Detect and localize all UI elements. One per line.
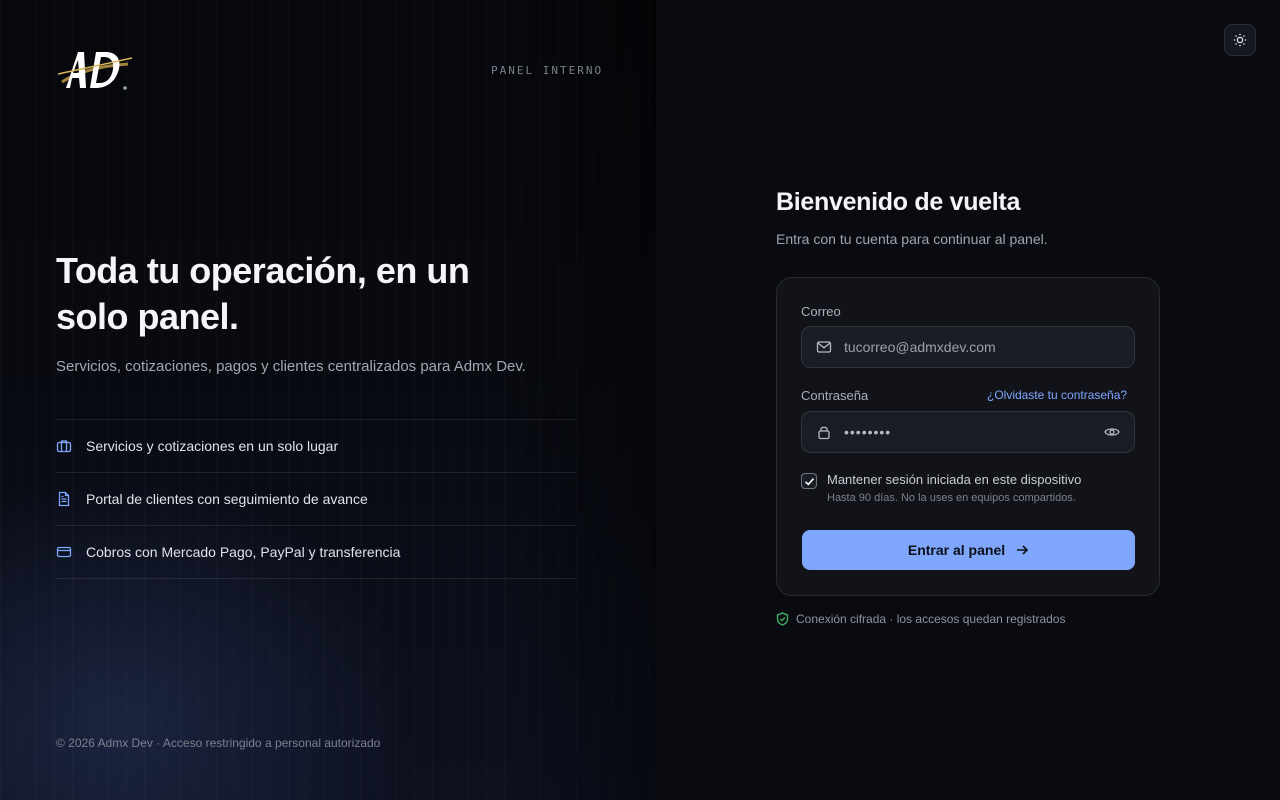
feature-label: Cobros con Mercado Pago, PayPal y transf… xyxy=(86,544,401,560)
feature-label: Portal de clientes con seguimiento de av… xyxy=(86,491,368,507)
feature-item: Portal de clientes con seguimiento de av… xyxy=(56,473,576,526)
hero-subline: Servicios, cotizaciones, pagos y cliente… xyxy=(56,358,526,375)
password-label: Contraseña xyxy=(801,388,869,403)
login-subtitle: Entra con tu cuenta para continuar al pa… xyxy=(776,231,1048,247)
remember-checkbox[interactable] xyxy=(801,473,817,489)
email-label: Correo xyxy=(801,304,841,319)
hero-headline: Toda tu operación, en un solo panel. xyxy=(56,250,470,337)
password-value: •••••••• xyxy=(844,424,892,440)
panel-tag: PANEL INTERNO xyxy=(491,64,604,77)
background-fade xyxy=(496,0,656,800)
check-icon xyxy=(804,476,815,487)
mail-icon xyxy=(816,339,832,355)
security-note-text: Conexión cifrada · los accesos quedan re… xyxy=(796,612,1066,626)
remember-hint: Hasta 90 días. No la uses en equipos com… xyxy=(827,492,1076,504)
credit-card-icon xyxy=(56,544,72,560)
security-note: Conexión cifrada · los accesos quedan re… xyxy=(776,612,1065,626)
login-title: Bienvenido de vuelta xyxy=(776,188,1021,216)
lock-icon xyxy=(816,424,832,440)
email-field[interactable]: tucorreo@admxdev.com xyxy=(801,326,1135,368)
forgot-password-link[interactable]: ¿Olvidaste tu contraseña? xyxy=(987,388,1127,402)
briefcase-icon xyxy=(56,438,72,454)
eye-icon[interactable] xyxy=(1104,424,1120,440)
feature-item: Servicios y cotizaciones en un solo luga… xyxy=(56,420,576,473)
hero-panel: PANEL INTERNO Toda tu operación, en un s… xyxy=(0,0,656,800)
remember-label[interactable]: Mantener sesión iniciada en este disposi… xyxy=(827,472,1081,487)
password-field[interactable]: •••••••• xyxy=(801,411,1135,453)
document-icon xyxy=(56,491,72,507)
feature-list: Servicios y cotizaciones en un solo luga… xyxy=(56,419,576,579)
arrow-right-icon xyxy=(1015,543,1029,557)
sun-icon xyxy=(1233,33,1247,47)
shield-check-icon xyxy=(776,612,789,626)
submit-label: Entrar al panel xyxy=(907,542,1006,558)
brand-logo xyxy=(56,44,134,94)
theme-toggle-button[interactable] xyxy=(1224,24,1256,56)
feature-item: Cobros con Mercado Pago, PayPal y transf… xyxy=(56,526,576,579)
login-submit-button[interactable]: Entrar al panel xyxy=(802,530,1135,570)
email-placeholder: tucorreo@admxdev.com xyxy=(844,339,996,355)
login-card: Correo tucorreo@admxdev.com Contraseña ¿… xyxy=(776,277,1160,596)
feature-label: Servicios y cotizaciones en un solo luga… xyxy=(86,438,339,454)
copyright-footer: © 2026 Admx Dev · Acceso restringido a p… xyxy=(56,736,381,750)
